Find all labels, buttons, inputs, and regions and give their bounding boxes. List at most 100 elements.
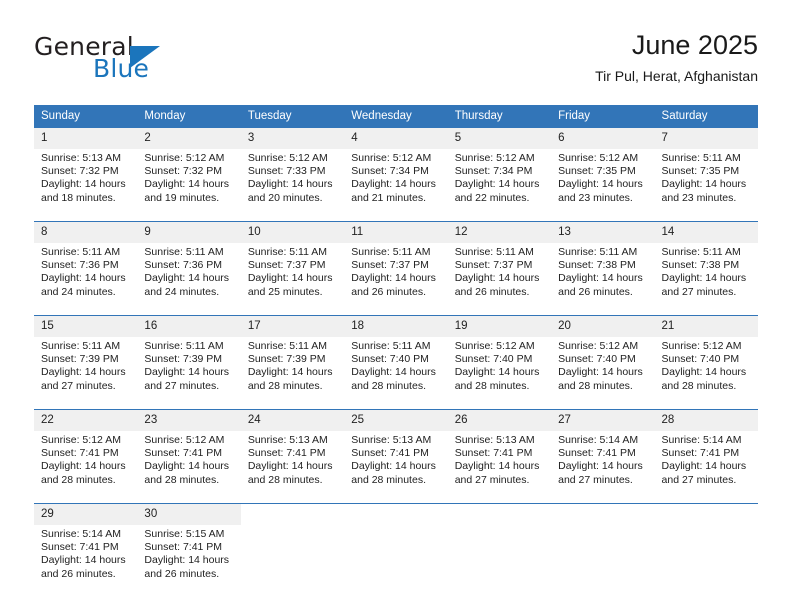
day-cell: Sunrise: 5:13 AM Sunset: 7:41 PM Dayligh… [240,431,345,503]
day-number[interactable]: 5 [447,128,552,149]
day-number[interactable]: 19 [447,316,552,337]
day-number[interactable]: 25 [344,410,448,431]
week-1-info-row: Sunrise: 5:13 AM Sunset: 7:32 PM Dayligh… [34,149,758,221]
sunrise-text: Sunrise: 5:11 AM [247,246,328,258]
daylight-text-line2: and 28 minutes. [661,379,737,392]
daylight-text-line1: Daylight: 14 hours [661,178,747,191]
sunrise-text: Sunrise: 5:12 AM [351,152,432,164]
daylight-text-line2: and 19 minutes. [144,191,220,204]
day-cell: Sunrise: 5:12 AM Sunset: 7:34 PM Dayligh… [447,149,552,221]
daylight-text-line2: and 28 minutes. [144,473,220,486]
day-number[interactable]: 28 [654,410,758,431]
day-number[interactable]: 20 [551,316,655,337]
sunset-text: Sunset: 7:33 PM [247,165,326,178]
day-number[interactable]: 7 [654,128,758,149]
day-cell: Sunrise: 5:11 AM Sunset: 7:36 PM Dayligh… [137,243,241,315]
day-number[interactable]: 29 [34,504,138,525]
sunrise-text: Sunrise: 5:12 AM [558,340,639,352]
day-number[interactable]: 10 [240,222,345,243]
sunrise-text: Sunrise: 5:11 AM [144,246,224,258]
day-number[interactable]: 16 [137,316,241,337]
daylight-text-line1: Daylight: 14 hours [247,178,333,191]
sunset-text: Sunset: 7:41 PM [144,541,223,554]
sunset-text: Sunset: 7:37 PM [351,259,429,272]
day-number[interactable]: 13 [551,222,655,243]
sunset-text: Sunset: 7:38 PM [558,259,636,272]
daylight-text-line2: and 27 minutes. [661,285,737,298]
sunset-text: Sunset: 7:41 PM [558,447,636,460]
daylight-text-line1: Daylight: 14 hours [661,366,747,379]
sunset-text: Sunset: 7:39 PM [41,353,119,366]
empty-day-cell [654,504,758,525]
sunrise-text: Sunrise: 5:12 AM [247,152,328,164]
sunset-text: Sunset: 7:32 PM [41,165,119,178]
daylight-text-line2: and 24 minutes. [144,285,220,298]
day-number[interactable]: 30 [137,504,241,525]
daylight-text-line1: Daylight: 14 hours [558,366,643,379]
sunrise-text: Sunrise: 5:11 AM [41,340,121,352]
dow-header-tuesday: Tuesday [240,105,345,128]
general-blue-logo[interactable]: General Blue [34,32,244,90]
sunset-text: Sunset: 7:36 PM [41,259,119,272]
day-number[interactable]: 12 [447,222,552,243]
sunrise-text: Sunrise: 5:11 AM [661,246,741,258]
day-number[interactable]: 21 [654,316,758,337]
week-5-daynum-row: 29 30 [34,504,758,525]
day-cell: Sunrise: 5:12 AM Sunset: 7:32 PM Dayligh… [137,149,241,221]
sunrise-text: Sunrise: 5:11 AM [41,246,121,258]
sunrise-text: Sunrise: 5:14 AM [41,528,121,540]
day-number[interactable]: 11 [344,222,448,243]
daylight-text-line2: and 28 minutes. [558,379,633,392]
empty-day-cell [447,525,552,597]
day-number[interactable]: 8 [34,222,138,243]
day-number[interactable]: 3 [240,128,345,149]
day-number[interactable]: 15 [34,316,138,337]
daylight-text-line2: and 26 minutes. [558,285,633,298]
sunrise-text: Sunrise: 5:13 AM [351,434,432,446]
sunrise-text: Sunrise: 5:13 AM [41,152,121,164]
week-2-daynum-row: 8 9 10 11 12 13 14 [34,222,758,243]
calendar-grid: Sunday Monday Tuesday Wednesday Thursday… [34,105,758,597]
sunset-text: Sunset: 7:38 PM [661,259,740,272]
daylight-text-line1: Daylight: 14 hours [558,178,643,191]
day-cell: Sunrise: 5:11 AM Sunset: 7:38 PM Dayligh… [654,243,758,315]
sunset-text: Sunset: 7:41 PM [144,447,223,460]
week-5-info-row: Sunrise: 5:14 AM Sunset: 7:41 PM Dayligh… [34,525,758,597]
day-number[interactable]: 9 [137,222,241,243]
empty-day-cell [551,504,655,525]
day-number[interactable]: 23 [137,410,241,431]
sunset-text: Sunset: 7:34 PM [351,165,429,178]
day-number[interactable]: 27 [551,410,655,431]
week-2-info-row: Sunrise: 5:11 AM Sunset: 7:36 PM Dayligh… [34,243,758,315]
day-number[interactable]: 22 [34,410,138,431]
day-cell: Sunrise: 5:11 AM Sunset: 7:39 PM Dayligh… [137,337,241,409]
day-cell: Sunrise: 5:11 AM Sunset: 7:36 PM Dayligh… [34,243,138,315]
day-number[interactable]: 4 [344,128,448,149]
sunset-text: Sunset: 7:34 PM [454,165,533,178]
sunset-text: Sunset: 7:35 PM [558,165,636,178]
sunset-text: Sunset: 7:35 PM [661,165,740,178]
sunrise-text: Sunrise: 5:11 AM [144,340,224,352]
daylight-text-line1: Daylight: 14 hours [247,366,333,379]
daylight-text-line1: Daylight: 14 hours [351,366,436,379]
sunrise-text: Sunrise: 5:14 AM [661,434,742,446]
sunrise-text: Sunrise: 5:11 AM [351,340,431,352]
daylight-text-line1: Daylight: 14 hours [144,554,230,567]
day-number[interactable]: 6 [551,128,655,149]
week-4-info-row: Sunrise: 5:12 AM Sunset: 7:41 PM Dayligh… [34,431,758,503]
day-cell: Sunrise: 5:15 AM Sunset: 7:41 PM Dayligh… [137,525,241,597]
daylight-text-line1: Daylight: 14 hours [351,178,436,191]
day-number[interactable]: 14 [654,222,758,243]
day-number[interactable]: 24 [240,410,345,431]
day-number[interactable]: 26 [447,410,552,431]
daylight-text-line2: and 26 minutes. [144,567,220,580]
day-number[interactable]: 18 [344,316,448,337]
sunset-text: Sunset: 7:40 PM [661,353,740,366]
day-number[interactable]: 1 [34,128,138,149]
daylight-text-line2: and 28 minutes. [454,379,530,392]
day-cell: Sunrise: 5:11 AM Sunset: 7:38 PM Dayligh… [551,243,655,315]
empty-day-cell [551,525,655,597]
day-number[interactable]: 17 [240,316,345,337]
daylight-text-line1: Daylight: 14 hours [558,272,643,285]
day-number[interactable]: 2 [137,128,241,149]
